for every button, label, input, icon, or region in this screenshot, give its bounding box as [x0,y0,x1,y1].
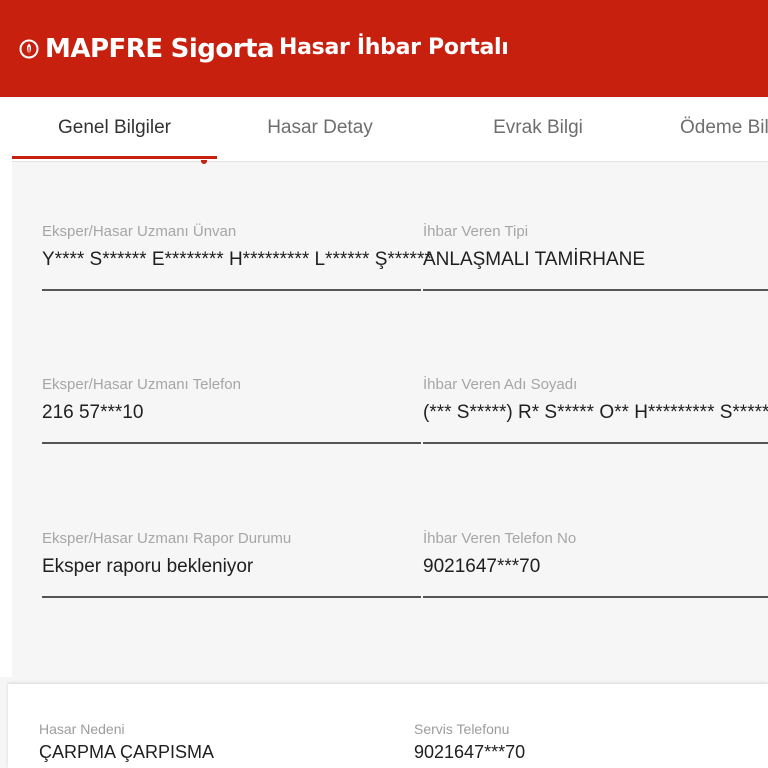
field-value: 9021647***70 [414,742,526,762]
field-underline [42,289,421,291]
tab-evrak-bilgi[interactable]: Evrak Bilgi [440,97,636,161]
field-label: İhbar Veren Telefon No [423,530,577,547]
field-value: Eksper raporu bekleniyor [42,556,254,577]
field-label: Hasar Nedeni [39,721,125,737]
brand-name: MAPFRE [45,34,163,64]
mapfre-logo[interactable]: MAPFRE Sigorta [19,32,275,66]
field-label: Servis Telefonu [414,721,510,737]
field-value: (*** S*****) R* S***** O** H********* S*… [423,402,768,423]
field-underline [423,289,768,291]
claim-summary-card: Hasar Nedeni ÇARPMA ÇARPISMA Servis Tele… [8,684,768,768]
field-value: 9021647***70 [423,556,541,577]
field-label: İhbar Veren Adı Soyadı [423,376,578,393]
field-underline [423,596,768,598]
left-edge [0,97,12,677]
tab-bar: Genel Bilgiler Hasar Detay Evrak Bilgi Ö… [12,97,768,162]
field-label: Eksper/Hasar Uzmanı Telefon [42,376,241,393]
page: MAPFRE Sigorta Hasar İhbar Portalı Genel… [0,0,768,768]
field-underline [423,442,768,444]
portal-title: Hasar İhbar Portalı [279,35,509,60]
tab-hasar-detay[interactable]: Hasar Detay [222,97,418,161]
field-label: İhbar Veren Tipi [423,223,529,240]
field-label: Eksper/Hasar Uzmanı Rapor Durumu [42,530,292,547]
field-value: ANLAŞMALI TAMİRHANE [423,249,646,270]
field-underline [42,596,421,598]
brand-subtitle: Sigorta [170,34,275,64]
field-label: Eksper/Hasar Uzmanı Ünvan [42,223,237,240]
field-value: 216 57***10 [42,402,144,423]
active-tab-indicator [12,156,217,159]
field-value: ÇARPMA ÇARPISMA [39,742,215,762]
field-underline [42,442,421,444]
tab-odeme-bilgi[interactable]: Ödeme Bilgi [680,97,768,161]
tab-genel-bilgiler[interactable]: Genel Bilgiler [12,97,217,161]
app-header: MAPFRE Sigorta Hasar İhbar Portalı [0,0,768,97]
field-value: Y**** S****** E******** H********* L****… [42,249,432,270]
mapfre-logo-icon [19,39,39,59]
